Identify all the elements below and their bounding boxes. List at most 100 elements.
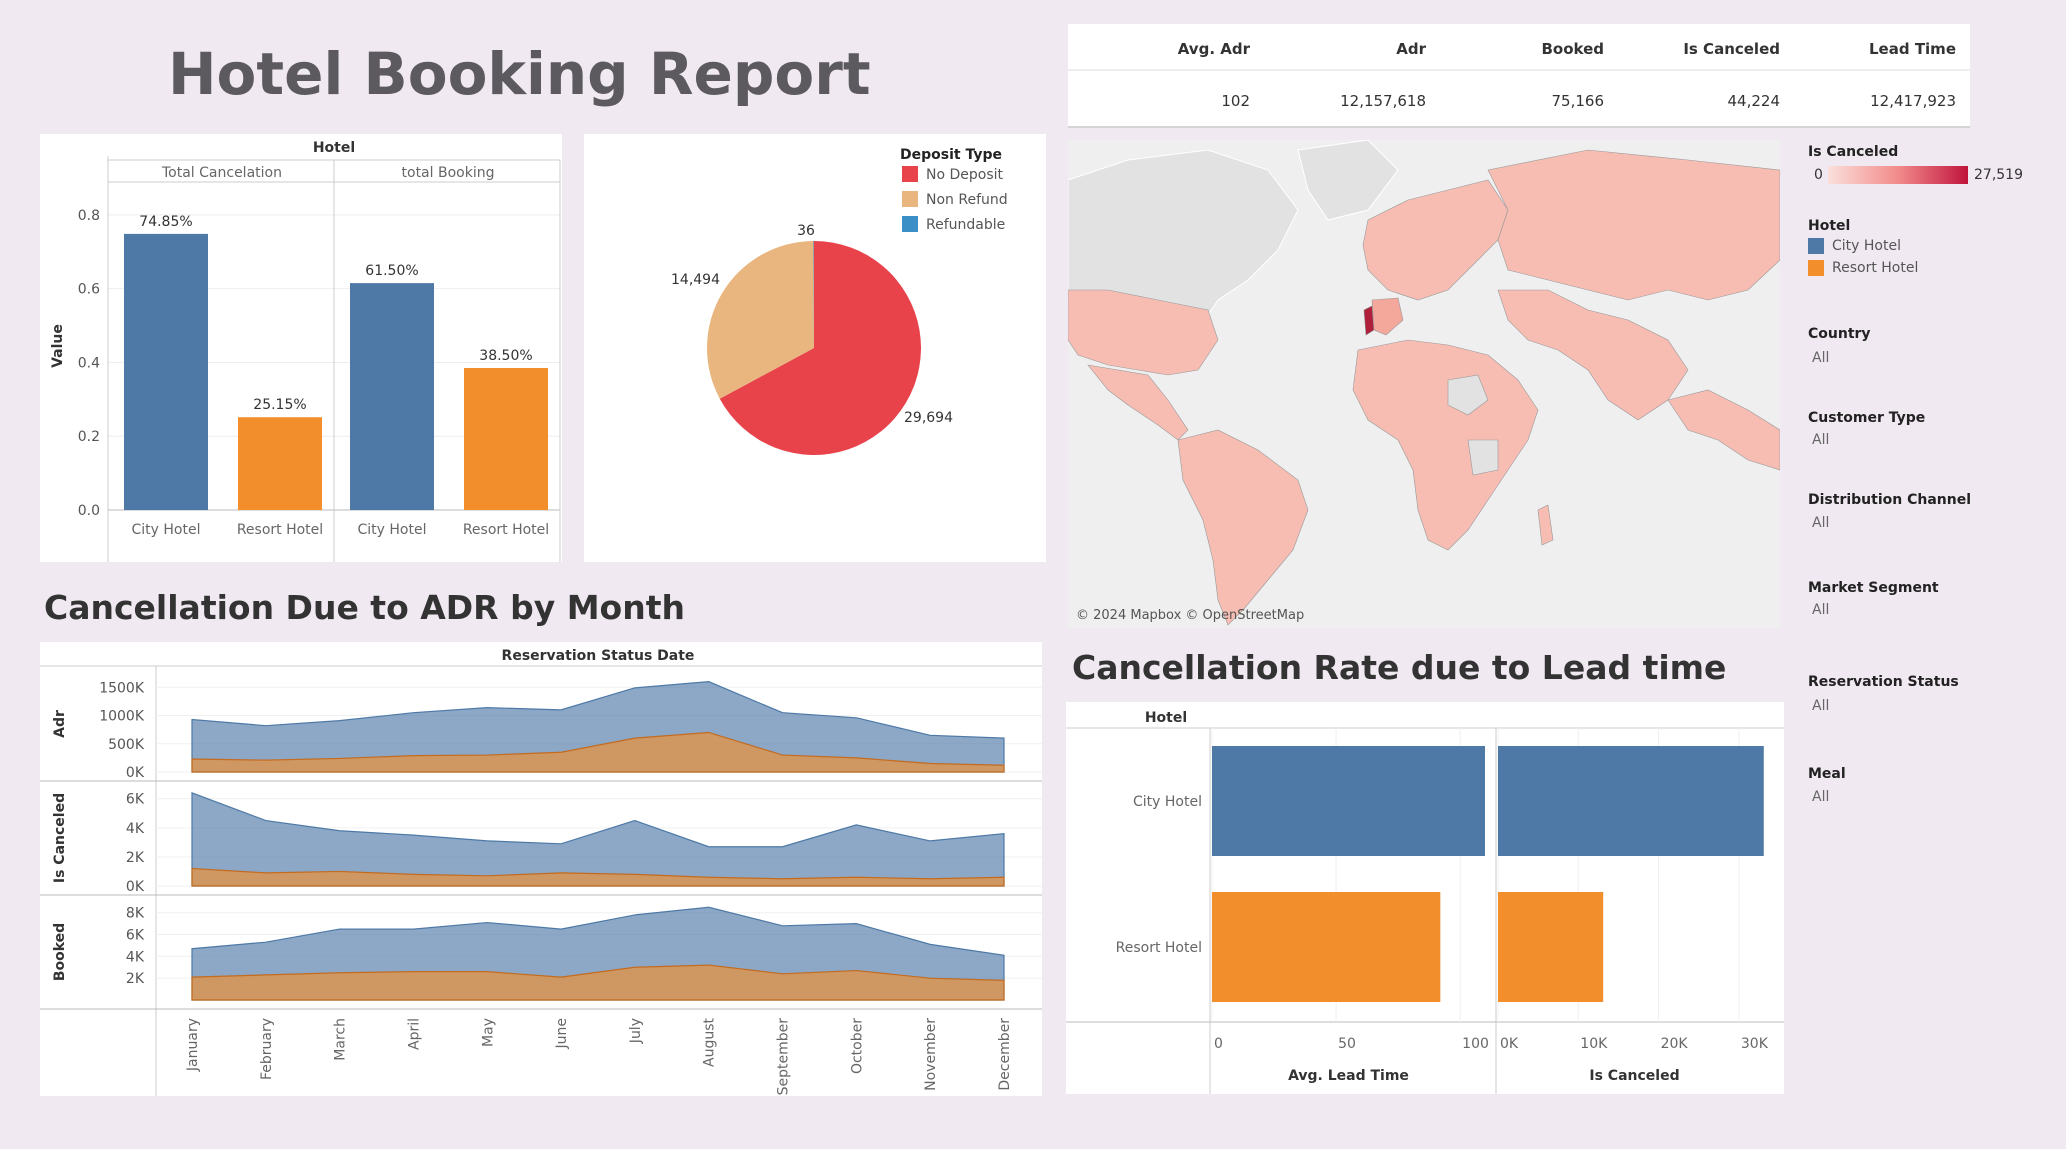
month-label: September	[776, 1018, 792, 1096]
legend-gradient	[1828, 166, 1968, 184]
legend-label-resort: Resort Hotel	[1832, 260, 1919, 276]
month-label: April	[406, 1018, 422, 1050]
lead-x-tick: 10K	[1580, 1036, 1608, 1052]
bar-city-hotel[interactable]	[350, 283, 434, 510]
area-y-tick: 500K	[108, 737, 145, 753]
lead-bar-resort-hotel[interactable]	[1212, 892, 1441, 1002]
hotel-chart-ylabel: Value	[50, 324, 66, 368]
area-y-tick: 6K	[126, 928, 145, 944]
month-label: October	[849, 1018, 865, 1074]
hotel-legend-item-city[interactable]: City Hotel	[1808, 238, 2028, 254]
month-label: November	[923, 1018, 939, 1091]
month-label: March	[333, 1018, 349, 1061]
legend-swatch	[902, 191, 918, 207]
lead-bar-city-hotel[interactable]	[1498, 746, 1764, 856]
lead-time-bar-chart[interactable]: Hotel City Hotel Resort Hotel 0 50 100 Avg. Le…	[1066, 702, 1784, 1094]
lead-chart-title: Hotel	[1145, 710, 1187, 726]
y-tick-label: 0.8	[78, 208, 100, 224]
month-label: July	[628, 1018, 644, 1044]
area-y-tick: 4K	[126, 821, 145, 837]
area-row-label: Is Canceled	[52, 793, 68, 883]
kpi-header: Adr	[1396, 40, 1426, 58]
filter-customer-type-value[interactable]: All	[1812, 432, 1829, 448]
bar-data-label: 61.50%	[365, 263, 418, 279]
pie-legend-item: Refundable	[926, 217, 1005, 233]
area-y-tick: 1000K	[99, 709, 145, 725]
filter-customer-type-label: Customer Type	[1808, 410, 1926, 426]
x-category-label: City Hotel	[358, 522, 427, 538]
lead-category-label: Resort Hotel	[1116, 940, 1202, 956]
hotel-bar-chart-panel: Hotel Value 0.8 0.6 0.4 0.2 0.0 Total Cancelati…	[40, 134, 562, 562]
lead-x-tick: 30K	[1741, 1036, 1769, 1052]
y-tick-label: 0.2	[78, 429, 100, 445]
monthly-area-chart[interactable]: Reservation Status Date Adr 0K 500K 1000K 150…	[40, 642, 1042, 1096]
y-tick-label: 0.4	[78, 355, 100, 371]
kpi-value: 75,166	[1552, 92, 1605, 110]
x-category-label: Resort Hotel	[237, 522, 323, 538]
area-y-tick: 8K	[126, 906, 145, 922]
area-y-tick: 4K	[126, 949, 145, 965]
map-credit: © 2024 Mapbox © OpenStreetMap	[1076, 608, 1304, 623]
filter-distribution-channel-value[interactable]: All	[1812, 515, 1829, 531]
filter-market-segment-value[interactable]: All	[1812, 602, 1829, 618]
bar-resort-hotel[interactable]	[464, 367, 548, 510]
lead-category-label: City Hotel	[1133, 794, 1202, 810]
month-label: February	[259, 1018, 275, 1080]
filter-country-value[interactable]: All	[1812, 350, 1829, 366]
is-canceled-legend: Is Canceled 0 27,519	[1808, 144, 2028, 188]
hotel-bar-chart[interactable]: Hotel Value 0.8 0.6 0.4 0.2 0.0 Total Cancelati…	[40, 134, 562, 562]
kpi-header: Avg. Adr	[1178, 40, 1251, 58]
bar-data-label: 38.50%	[479, 348, 532, 364]
kpi-value: 102	[1221, 92, 1250, 110]
area-row-label: Booked	[52, 923, 68, 981]
filter-meal-label: Meal	[1808, 766, 1846, 782]
monthly-area-panel: Reservation Status Date Adr 0K 500K 1000K 150…	[40, 642, 1042, 1096]
legend-max: 27,519	[1974, 167, 2023, 183]
kpi-value: 12,417,923	[1870, 92, 1956, 110]
pie-data-label: 36	[797, 223, 815, 239]
bar-resort-hotel[interactable]	[238, 417, 322, 510]
panel-header: Total Cancelation	[161, 165, 282, 181]
lead-bar-resort-hotel[interactable]	[1498, 892, 1604, 1002]
kpi-table: Avg. Adr Adr Booked Is Canceled Lead Time 102…	[1068, 24, 1970, 128]
deposit-pie-panel: 29,694 14,494 36 Deposit Type No Deposit Non …	[584, 134, 1046, 562]
lead-x-tick: 50	[1338, 1036, 1356, 1052]
hotel-legend-item-resort[interactable]: Resort Hotel	[1808, 260, 2028, 276]
world-map[interactable]: © 2024 Mapbox © OpenStreetMap	[1067, 139, 1781, 628]
month-label: June	[554, 1018, 570, 1050]
legend-min: 0	[1814, 167, 1823, 183]
pie-data-label: 14,494	[671, 272, 720, 288]
lead-x-tick: 100	[1462, 1036, 1489, 1052]
kpi-value: 12,157,618	[1340, 92, 1426, 110]
legend-swatch	[902, 216, 918, 232]
area-y-tick: 2K	[126, 971, 145, 987]
bar-city-hotel[interactable]	[124, 233, 208, 510]
filter-market-segment-label: Market Segment	[1808, 580, 1939, 596]
area-chart-title: Reservation Status Date	[502, 648, 695, 664]
filter-meal-value[interactable]: All	[1812, 789, 1829, 805]
hotel-chart-title: Hotel	[313, 140, 355, 156]
lead-axis-title: Is Canceled	[1589, 1068, 1679, 1084]
y-tick-label: 0.6	[78, 282, 100, 298]
filter-reservation-status-value[interactable]: All	[1812, 698, 1829, 714]
x-category-label: Resort Hotel	[463, 522, 549, 538]
map-panel[interactable]: © 2024 Mapbox © OpenStreetMap	[1067, 139, 1781, 628]
area-y-tick: 0K	[126, 879, 145, 895]
bar-data-label: 74.85%	[139, 214, 192, 230]
page-title: Hotel Booking Report	[168, 40, 871, 108]
area-y-tick: 1500K	[99, 680, 145, 696]
x-category-label: City Hotel	[132, 522, 201, 538]
lead-section-title: Cancellation Rate due to Lead time	[1072, 648, 1727, 687]
legend-swatch	[902, 166, 918, 182]
kpi-header: Lead Time	[1869, 40, 1956, 58]
area-row-label: Adr	[52, 710, 68, 738]
kpi-table-grid: Avg. Adr Adr Booked Is Canceled Lead Time 102…	[1068, 40, 1970, 128]
deposit-type-pie-chart[interactable]: 29,694 14,494 36 Deposit Type No Deposit Non …	[584, 134, 1046, 562]
hotel-legend-title: Hotel	[1808, 218, 1851, 234]
month-label: January	[185, 1018, 201, 1072]
lead-bar-city-hotel[interactable]	[1212, 746, 1485, 856]
legend-label-city: City Hotel	[1832, 238, 1901, 254]
y-tick-label: 0.0	[78, 503, 100, 519]
area-y-tick: 2K	[126, 850, 145, 866]
kpi-header: Booked	[1541, 40, 1604, 58]
